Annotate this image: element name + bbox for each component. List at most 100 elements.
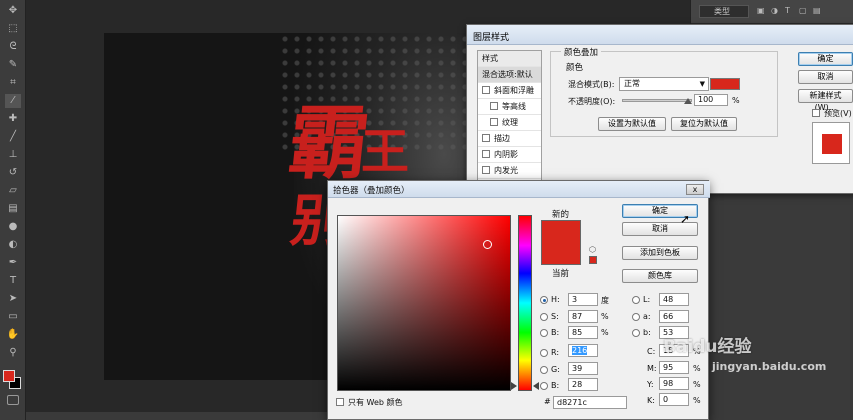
style-list-item[interactable]: 内阴影 <box>478 147 541 163</box>
style-list-item[interactable]: 纹理 <box>478 115 541 131</box>
style-list-label: 内发光 <box>494 166 518 175</box>
move-icon[interactable]: ✥ <box>5 4 21 18</box>
k-input[interactable]: 0 <box>659 393 689 406</box>
checkbox[interactable] <box>482 86 490 94</box>
checkbox[interactable] <box>482 166 490 174</box>
path-select-icon[interactable]: ➤ <box>5 292 21 306</box>
checkbox[interactable] <box>490 102 498 110</box>
layer-style-cancel-button[interactable]: 取消 <box>798 70 853 84</box>
reset-default-button[interactable]: 复位为默认值 <box>671 117 737 131</box>
pen-icon[interactable]: ✒ <box>5 256 21 270</box>
m-input[interactable]: 95 <box>659 361 689 374</box>
m-unit: % <box>693 364 701 373</box>
opacity-slider[interactable] <box>622 99 692 102</box>
checkbox[interactable] <box>336 398 344 406</box>
color-libraries-button[interactable]: 颜色库 <box>622 269 698 283</box>
color-field-marker[interactable] <box>483 240 492 249</box>
dodge-icon[interactable]: ◐ <box>5 238 21 252</box>
blue-input[interactable]: 28 <box>568 378 598 391</box>
layer-filter-select[interactable]: 类型 <box>699 5 749 18</box>
style-list-item[interactable]: 斜面和浮雕 <box>478 83 541 99</box>
zoom-icon[interactable]: ⚲ <box>5 346 21 360</box>
type-icon[interactable]: T <box>5 274 21 288</box>
style-list: 样式 混合选项:默认 斜面和浮雕 等高线 纹理 描边 内阴影 内发光 光泽 <box>477 50 542 200</box>
smart-filter-icon[interactable]: ▤ <box>813 6 823 16</box>
shape-filter-icon[interactable]: ▢ <box>799 6 809 16</box>
style-list-item[interactable]: 混合选项:默认 <box>478 67 541 83</box>
checkbox[interactable] <box>482 150 490 158</box>
hue-slider[interactable] <box>518 215 532 391</box>
new-style-button[interactable]: 新建样式(W)... <box>798 89 853 112</box>
opacity-slider-thumb[interactable] <box>684 98 692 104</box>
set-default-button[interactable]: 设置为默认值 <box>598 117 666 131</box>
b-input[interactable]: 85 <box>568 326 598 339</box>
adjust-filter-icon[interactable]: ◑ <box>771 6 781 16</box>
blur-icon[interactable]: ● <box>5 220 21 234</box>
stamp-icon[interactable]: ⊥ <box>5 148 21 162</box>
color-picker-titlebar[interactable]: 拾色器（叠加颜色） x <box>328 181 710 198</box>
r-input[interactable]: 216 <box>568 344 598 357</box>
eyedropper-icon[interactable]: ⁄ <box>5 94 21 108</box>
h-input[interactable]: 3 <box>568 293 598 306</box>
style-preview-swatch <box>822 134 842 154</box>
preview-checkbox[interactable]: 预览(V) <box>812 108 852 119</box>
y-input[interactable]: 98 <box>659 377 689 390</box>
style-list-item[interactable]: 内发光 <box>478 163 541 179</box>
s-input[interactable]: 87 <box>568 310 598 323</box>
current-color-swatch[interactable] <box>541 244 581 265</box>
checkbox[interactable] <box>490 118 498 126</box>
web-safe-swatch[interactable] <box>589 256 597 264</box>
pixel-filter-icon[interactable]: ▣ <box>757 6 767 16</box>
s-label: S: <box>551 312 559 321</box>
foreground-color-swatch[interactable] <box>3 370 15 382</box>
checkbox[interactable] <box>482 134 490 142</box>
lab-b-radio[interactable] <box>632 329 640 337</box>
web-only-checkbox[interactable]: 只有 Web 颜色 <box>336 397 403 408</box>
layer-style-ok-button[interactable]: 确定 <box>798 52 853 66</box>
type-filter-icon[interactable]: T <box>785 6 795 16</box>
b-radio[interactable] <box>540 329 548 337</box>
h-radio[interactable] <box>540 296 548 304</box>
layers-filter-bar: 类型 ▣ ◑ T ▢ ▤ <box>691 0 853 24</box>
c-label: C: <box>647 347 656 356</box>
eraser-icon[interactable]: ▱ <box>5 184 21 198</box>
style-list-item[interactable]: 样式 <box>478 51 541 67</box>
style-list-item[interactable]: 描边 <box>478 131 541 147</box>
a-radio[interactable] <box>632 313 640 321</box>
l-input[interactable]: 48 <box>659 293 689 306</box>
hue-slider-arrow-left[interactable] <box>511 382 517 390</box>
h-label: H: <box>551 295 560 304</box>
marquee-icon[interactable]: ⬚ <box>5 22 21 36</box>
hex-input[interactable]: d8271c <box>553 396 627 409</box>
a-input[interactable]: 66 <box>659 310 689 323</box>
crop-icon[interactable]: ⌗ <box>5 76 21 90</box>
watermark-logo: Baidu经验 <box>663 337 752 357</box>
add-to-swatches-button[interactable]: 添加到色板 <box>622 246 698 260</box>
history-brush-icon[interactable]: ↺ <box>5 166 21 180</box>
out-of-gamut-cube-icon[interactable]: ⬡ <box>589 245 596 254</box>
style-list-item[interactable]: 等高线 <box>478 99 541 115</box>
s-radio[interactable] <box>540 313 548 321</box>
lasso-icon[interactable]: ᘓ <box>5 40 21 54</box>
hand-icon[interactable]: ✋ <box>5 328 21 342</box>
g-radio[interactable] <box>540 366 548 374</box>
r-radio[interactable] <box>540 349 548 357</box>
l-radio[interactable] <box>632 296 640 304</box>
hue-slider-arrow-right[interactable] <box>533 382 539 390</box>
opacity-input[interactable]: 100 <box>694 94 728 106</box>
quick-mask-icon[interactable] <box>7 395 19 405</box>
layer-style-titlebar[interactable]: 图层样式 <box>467 25 853 45</box>
checkbox[interactable] <box>812 109 820 117</box>
blue-radio[interactable] <box>540 382 548 390</box>
quick-select-icon[interactable]: ✎ <box>5 58 21 72</box>
g-input[interactable]: 39 <box>568 362 598 375</box>
shape-icon[interactable]: ▭ <box>5 310 21 324</box>
opacity-unit: % <box>732 96 740 105</box>
blend-mode-select[interactable]: 正常 ▼ <box>619 77 709 91</box>
brush-icon[interactable]: ╱ <box>5 130 21 144</box>
healing-icon[interactable]: ✚ <box>5 112 21 126</box>
close-button[interactable]: x <box>686 184 704 195</box>
overlay-color-swatch[interactable] <box>710 78 740 90</box>
gradient-icon[interactable]: ▤ <box>5 202 21 216</box>
style-list-label: 斜面和浮雕 <box>494 86 534 95</box>
